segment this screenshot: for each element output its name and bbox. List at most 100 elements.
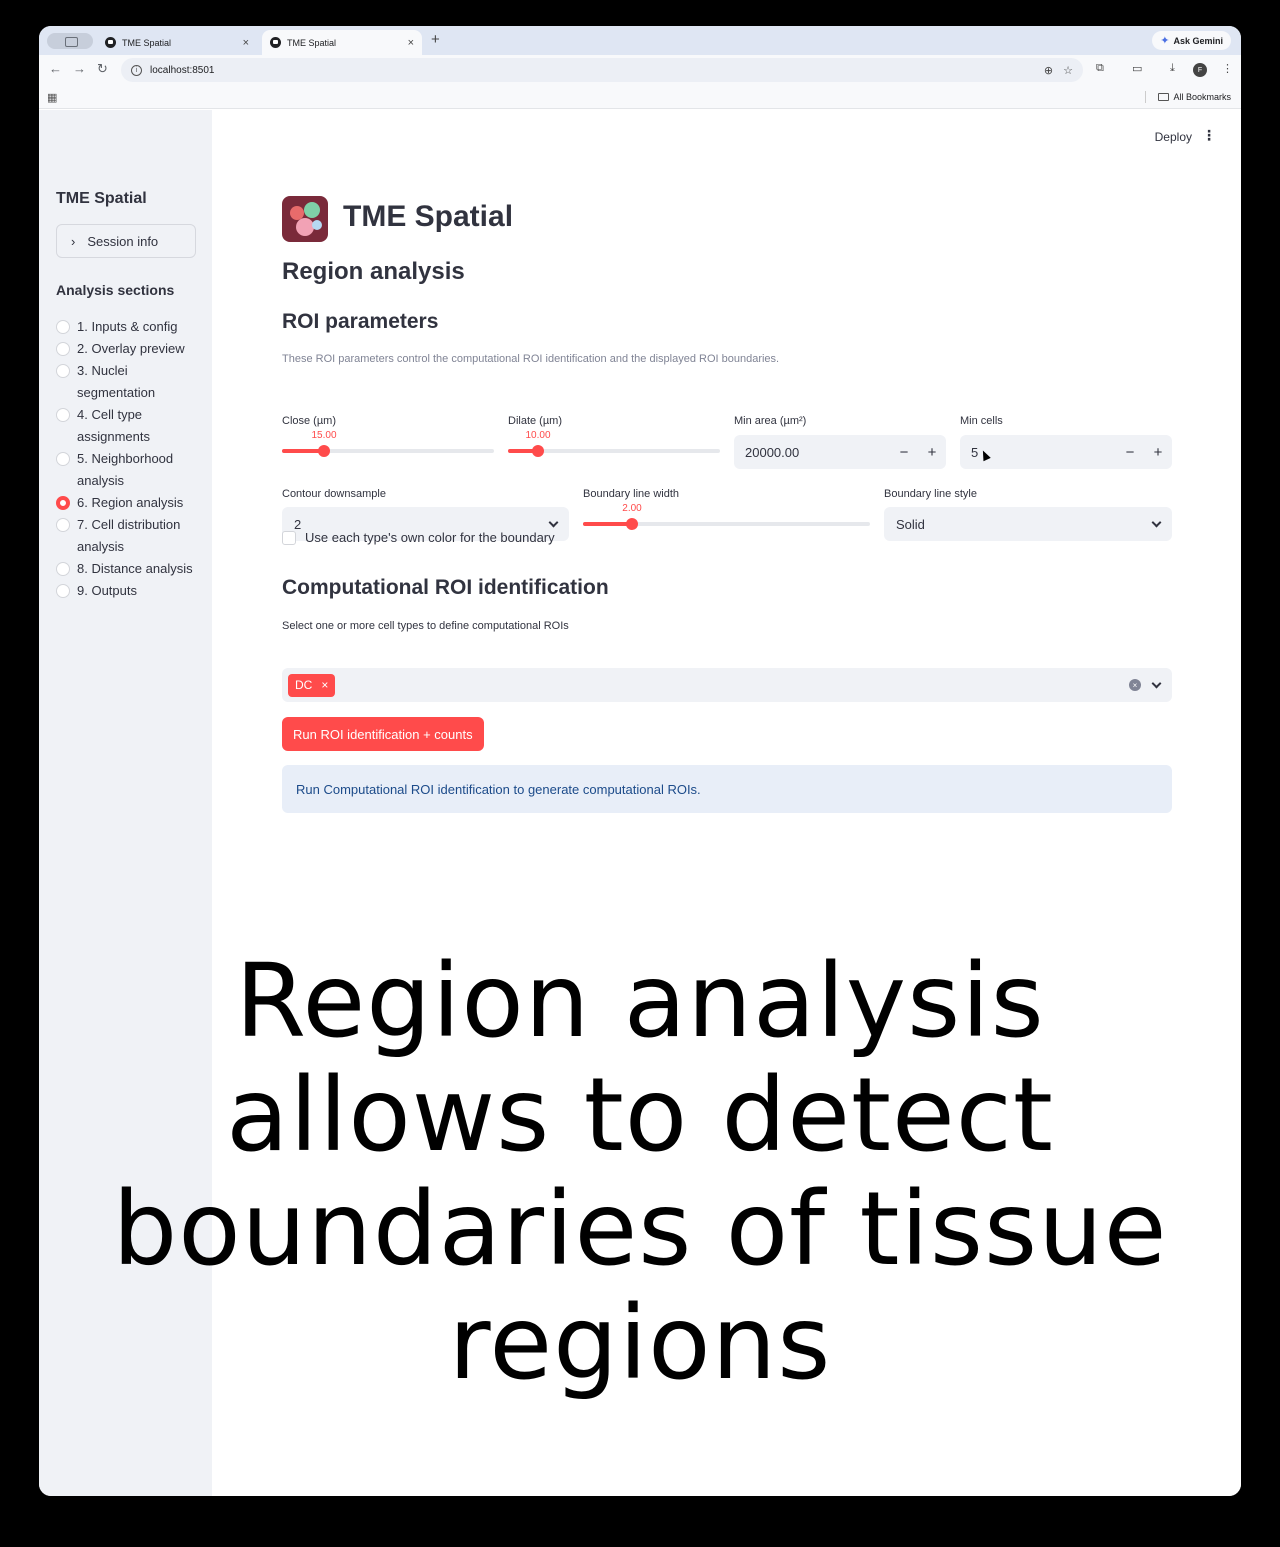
browser-menu-icon[interactable]: ⋮: [1222, 62, 1233, 75]
dilate-slider[interactable]: 10.00: [508, 430, 720, 470]
back-arrow-icon[interactable]: ←: [49, 61, 62, 76]
boundary-style-label: Boundary line style: [884, 488, 977, 500]
decrement-button[interactable]: −: [1116, 444, 1144, 461]
download-icon[interactable]: ⤓: [1170, 62, 1175, 75]
close-icon[interactable]: ×: [408, 37, 414, 49]
remove-chip-icon[interactable]: ×: [321, 678, 328, 692]
decrement-button[interactable]: −: [890, 444, 918, 461]
close-slider[interactable]: 15.00: [282, 430, 494, 470]
streamlit-favicon-icon: [105, 37, 116, 48]
forward-arrow-icon[interactable]: →: [73, 61, 86, 76]
close-icon[interactable]: ×: [243, 37, 249, 49]
star-icon[interactable]: ☆: [1063, 64, 1073, 77]
new-tab-button[interactable]: +: [431, 31, 440, 48]
sidebar-radio-item[interactable]: 7. Cell distribution analysis: [56, 514, 206, 558]
radio-dot[interactable]: [56, 584, 70, 598]
chip-label: DC: [295, 678, 313, 692]
close-label: Close (µm): [282, 415, 337, 427]
radio-dot[interactable]: [56, 518, 70, 532]
radio-dot[interactable]: [56, 342, 70, 356]
chevron-right-icon: ›: [71, 233, 76, 249]
window-switch-icon[interactable]: [47, 33, 93, 49]
sidebar-radio-item[interactable]: 3. Nuclei segmentation: [56, 360, 206, 404]
radio-dot[interactable]: [56, 364, 70, 378]
tab-2[interactable]: TME Spatial ×: [262, 30, 422, 55]
own-color-label: Use each type's own color for the bounda…: [305, 530, 555, 545]
own-color-checkbox[interactable]: [282, 530, 296, 545]
slider-thumb[interactable]: [626, 518, 638, 530]
own-color-checkbox-row[interactable]: Use each type's own color for the bounda…: [282, 530, 555, 545]
info-message: Run Computational ROI identification to …: [296, 781, 701, 797]
slider-fill: [583, 522, 632, 526]
session-info-label: Session info: [87, 233, 159, 249]
overlay-caption: Region analysis allows to detect boundar…: [0, 945, 1280, 1401]
sidebar-radio-label: 4. Cell type assignments: [77, 407, 150, 444]
sidebar-radio-item[interactable]: 2. Overlay preview: [56, 338, 206, 360]
slider-thumb[interactable]: [318, 445, 330, 457]
session-info-expander[interactable]: › Session info: [56, 224, 196, 258]
min-area-input[interactable]: 20000.00 − +: [734, 435, 946, 469]
bookmarks-bar: ▦ All Bookmarks: [39, 86, 1241, 109]
gemini-spark-icon: ✦: [1160, 35, 1170, 47]
sidebar-radio-label: 5. Neighborhood analysis: [77, 451, 174, 488]
profile-avatar[interactable]: F: [1193, 63, 1207, 77]
sidebar-radio-item[interactable]: 8. Distance analysis: [56, 558, 206, 580]
caption-line: allows to detect: [226, 1056, 1054, 1175]
sidebar-radio-label: 3. Nuclei segmentation: [77, 363, 156, 400]
sidebar-radio-item[interactable]: 5. Neighborhood analysis: [56, 448, 206, 492]
sidebar-radio-item[interactable]: 6. Region analysis: [56, 492, 206, 514]
main-menu-icon[interactable]: ⋮: [1202, 127, 1216, 144]
chevron-down-icon: [1151, 517, 1162, 527]
sidebar-radio-label: 9. Outputs: [77, 583, 137, 598]
radio-dot[interactable]: [56, 408, 70, 422]
apps-grid-icon[interactable]: ▦: [47, 91, 57, 104]
boundary-style-select[interactable]: Solid: [884, 507, 1172, 541]
boundary-width-slider[interactable]: 2.00: [583, 503, 870, 543]
min-cells-input[interactable]: 5 − +: [960, 435, 1172, 469]
tab-1[interactable]: TME Spatial ×: [97, 30, 257, 55]
page-title: Region analysis: [282, 258, 465, 285]
radio-dot[interactable]: [56, 452, 70, 466]
sidebar-radio-item[interactable]: 1. Inputs & config: [56, 316, 206, 338]
app-title: TME Spatial: [343, 200, 514, 233]
ask-gemini-button[interactable]: ✦ Ask Gemini: [1152, 31, 1231, 50]
dilate-label: Dilate (µm): [508, 415, 563, 427]
min-area-value: 20000.00: [745, 444, 800, 460]
chevron-down-icon[interactable]: [1151, 678, 1162, 688]
increment-button[interactable]: +: [1144, 444, 1172, 461]
slider-thumb[interactable]: [532, 445, 544, 457]
run-roi-button[interactable]: Run ROI identification + counts: [282, 717, 484, 751]
increment-button[interactable]: +: [918, 444, 946, 461]
deploy-button[interactable]: Deploy: [1155, 130, 1192, 144]
all-bookmarks-button[interactable]: All Bookmarks: [1145, 91, 1231, 103]
cell-type-select-label: Select one or more cell types to define …: [282, 620, 569, 632]
min-area-label: Min area (µm²): [734, 415, 807, 427]
radio-dot[interactable]: [56, 562, 70, 576]
clear-icon[interactable]: ×: [1129, 679, 1141, 691]
selected-chip[interactable]: DC ×: [288, 673, 336, 697]
boundary-style-value: Solid: [896, 516, 925, 532]
contour-label: Contour downsample: [282, 488, 386, 500]
reload-icon[interactable]: ↻: [97, 61, 108, 77]
cast-icon[interactable]: ▭: [1132, 62, 1142, 75]
sidebar-radio-label: 7. Cell distribution analysis: [77, 517, 181, 554]
extensions-icon[interactable]: ⧉: [1096, 62, 1104, 75]
tab-strip: TME Spatial × TME Spatial × + ✦ Ask Gemi…: [39, 26, 1241, 55]
min-cells-label: Min cells: [960, 415, 1003, 427]
sidebar-radio-label: 8. Distance analysis: [77, 561, 193, 576]
tab-label: TME Spatial: [122, 37, 172, 48]
radio-dot[interactable]: [56, 320, 70, 334]
roi-parameters-title: ROI parameters: [282, 310, 439, 333]
browser-toolbar: ← → ↻ i localhost:8501 ⊕ ☆ ⧉ ▭ ⤓ F ⋮: [39, 55, 1241, 86]
radio-dot[interactable]: [56, 496, 70, 510]
zoom-icon[interactable]: ⊕: [1044, 64, 1053, 77]
caption-line: regions: [448, 1284, 832, 1403]
cell-type-multiselect[interactable]: DC × ×: [282, 668, 1172, 702]
address-bar[interactable]: i localhost:8501 ⊕ ☆: [121, 58, 1083, 82]
sidebar-radio-item[interactable]: 4. Cell type assignments: [56, 404, 206, 448]
sidebar-radio-item[interactable]: 9. Outputs: [56, 580, 206, 602]
site-info-icon[interactable]: i: [131, 64, 142, 76]
ask-gemini-label: Ask Gemini: [1173, 35, 1223, 46]
slider-value: 10.00: [525, 430, 551, 441]
divider: [1145, 91, 1147, 103]
